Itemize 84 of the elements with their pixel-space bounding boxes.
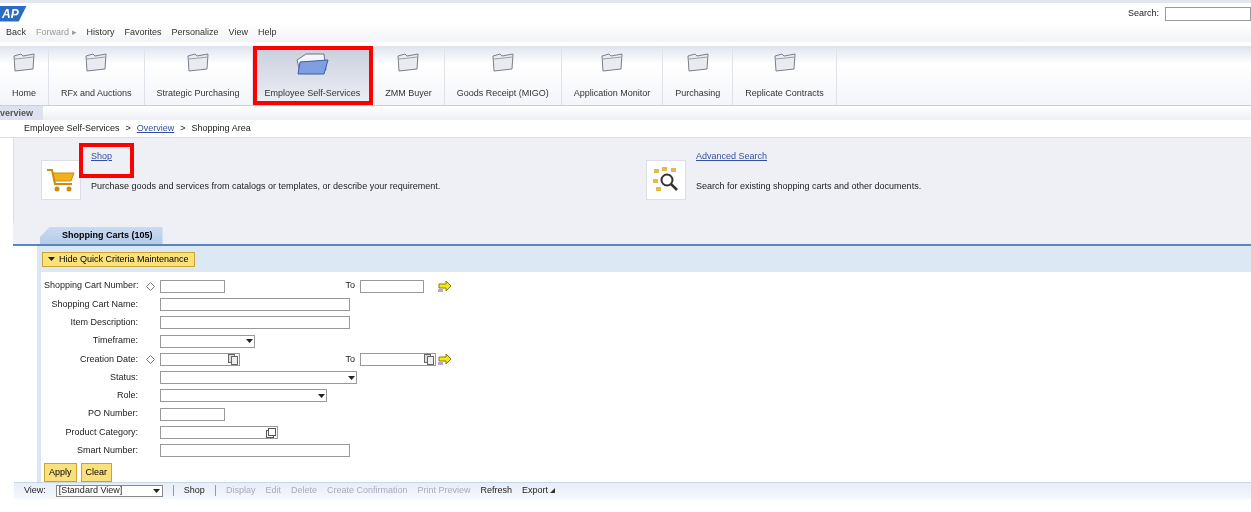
- field-label: Timeframe:: [91, 334, 139, 348]
- arrow-icon[interactable]: [438, 279, 452, 294]
- folder-icon: [396, 50, 421, 74]
- nav-tab[interactable]: Goods Receipt (MIGO): [444, 46, 562, 105]
- calendar-icon: [424, 353, 434, 365]
- field-label: Shopping Cart Name:: [50, 297, 139, 311]
- dropdown-field[interactable]: [160, 334, 255, 348]
- folder-icon: [490, 50, 515, 74]
- input-field[interactable]: [160, 316, 350, 330]
- menu-item[interactable]: Favorites: [124, 26, 162, 40]
- field-label: Role:: [116, 389, 139, 403]
- caret-icon: [246, 339, 253, 344]
- menu-item[interactable]: Back: [6, 26, 26, 40]
- input-field[interactable]: [160, 279, 225, 293]
- page-tab[interactable]: verview: [0, 106, 44, 120]
- search-field[interactable]: [1165, 6, 1251, 21]
- cart-icon: [46, 167, 76, 193]
- result-tab[interactable]: Shopping Carts (105): [40, 226, 163, 244]
- toolbar-button[interactable]: Shop: [183, 484, 205, 498]
- range-label: To: [344, 352, 356, 366]
- folder-icon: [685, 50, 710, 74]
- folder-icon: [772, 50, 797, 74]
- range-label: To: [344, 279, 356, 293]
- field-label: Creation Date:: [78, 352, 139, 366]
- nav-tab[interactable]: Home: [0, 46, 49, 105]
- menu-item[interactable]: Help: [257, 26, 277, 40]
- nav-tab[interactable]: Employee Self-Services: [252, 46, 374, 105]
- field-label: PO Number:: [87, 407, 139, 421]
- nav-tab[interactable]: Purchasing: [663, 46, 734, 105]
- logo: AP: [0, 5, 27, 22]
- input-field[interactable]: [360, 279, 424, 293]
- copy-icon: [266, 427, 276, 438]
- folder-icon: [599, 50, 624, 74]
- input-field[interactable]: [160, 352, 240, 366]
- action-link[interactable]: Shop: [79, 143, 135, 178]
- caret-icon: [152, 488, 160, 493]
- menu-item[interactable]: View: [228, 26, 248, 40]
- action-link[interactable]: Advanced Search: [684, 143, 790, 178]
- folder-icon: [84, 50, 109, 74]
- field-label: Product Category:: [64, 425, 139, 439]
- input-field[interactable]: [160, 407, 225, 421]
- diamond-icon: [146, 354, 155, 364]
- field-label: Status:: [109, 370, 139, 384]
- input-field[interactable]: [160, 297, 350, 311]
- breadcrumb-separator: >: [125, 121, 131, 135]
- nav-tab[interactable]: Application Monitor: [561, 46, 664, 105]
- input-field[interactable]: [160, 426, 278, 439]
- input-field[interactable]: [160, 444, 350, 458]
- breadcrumb-link[interactable]: Overview: [136, 121, 175, 136]
- menu-triangle-icon: [550, 488, 556, 494]
- dropdown-field[interactable]: [160, 371, 357, 385]
- form-button[interactable]: Clear: [80, 462, 113, 482]
- caret-icon: [318, 393, 325, 398]
- view-label: View:: [24, 484, 46, 498]
- nav-tab[interactable]: RFx and Auctions: [49, 46, 145, 105]
- search-label: Search:: [1127, 6, 1159, 20]
- breadcrumb-separator: >: [180, 121, 186, 135]
- field-label: Shopping Cart Number:: [44, 279, 140, 293]
- input-field[interactable]: [360, 352, 436, 366]
- caret-icon: [348, 375, 355, 380]
- diamond-icon: [146, 281, 155, 291]
- toolbar-button[interactable]: Export: [522, 484, 556, 498]
- form-button[interactable]: Apply: [44, 462, 77, 482]
- breadcrumb-item: Shopping Area: [191, 121, 251, 135]
- action-description: Purchase goods and services from catalogs or templates, or describe your requirement.: [91, 179, 441, 193]
- caret-icon: [48, 257, 55, 262]
- dropdown-field[interactable]: [160, 389, 327, 403]
- nav-tab[interactable]: ZMM Buyer: [373, 46, 445, 105]
- calendar-icon: [228, 353, 238, 365]
- menu-item[interactable]: Personalize: [171, 26, 219, 40]
- field-label: Smart Number:: [76, 444, 139, 458]
- folder-icon: [12, 50, 36, 74]
- nav-tab[interactable]: Strategic Purchasing: [144, 46, 253, 105]
- view-dropdown[interactable]: [Standard View]: [55, 484, 163, 497]
- folder-icon: [294, 50, 331, 76]
- field-label: Item Description:: [69, 316, 139, 329]
- toolbar-button[interactable]: Refresh: [480, 484, 512, 498]
- menu-item[interactable]: History: [86, 26, 115, 40]
- toggle-button[interactable]: Hide Quick Criteria Maintenance: [42, 251, 195, 267]
- action-description: Search for existing shopping carts and other documents.: [696, 179, 922, 193]
- breadcrumb-item: Employee Self-Services: [24, 121, 120, 135]
- folder-icon: [186, 50, 211, 74]
- nav-tab[interactable]: Replicate Contracts: [733, 46, 837, 105]
- arrow-icon[interactable]: [438, 352, 452, 367]
